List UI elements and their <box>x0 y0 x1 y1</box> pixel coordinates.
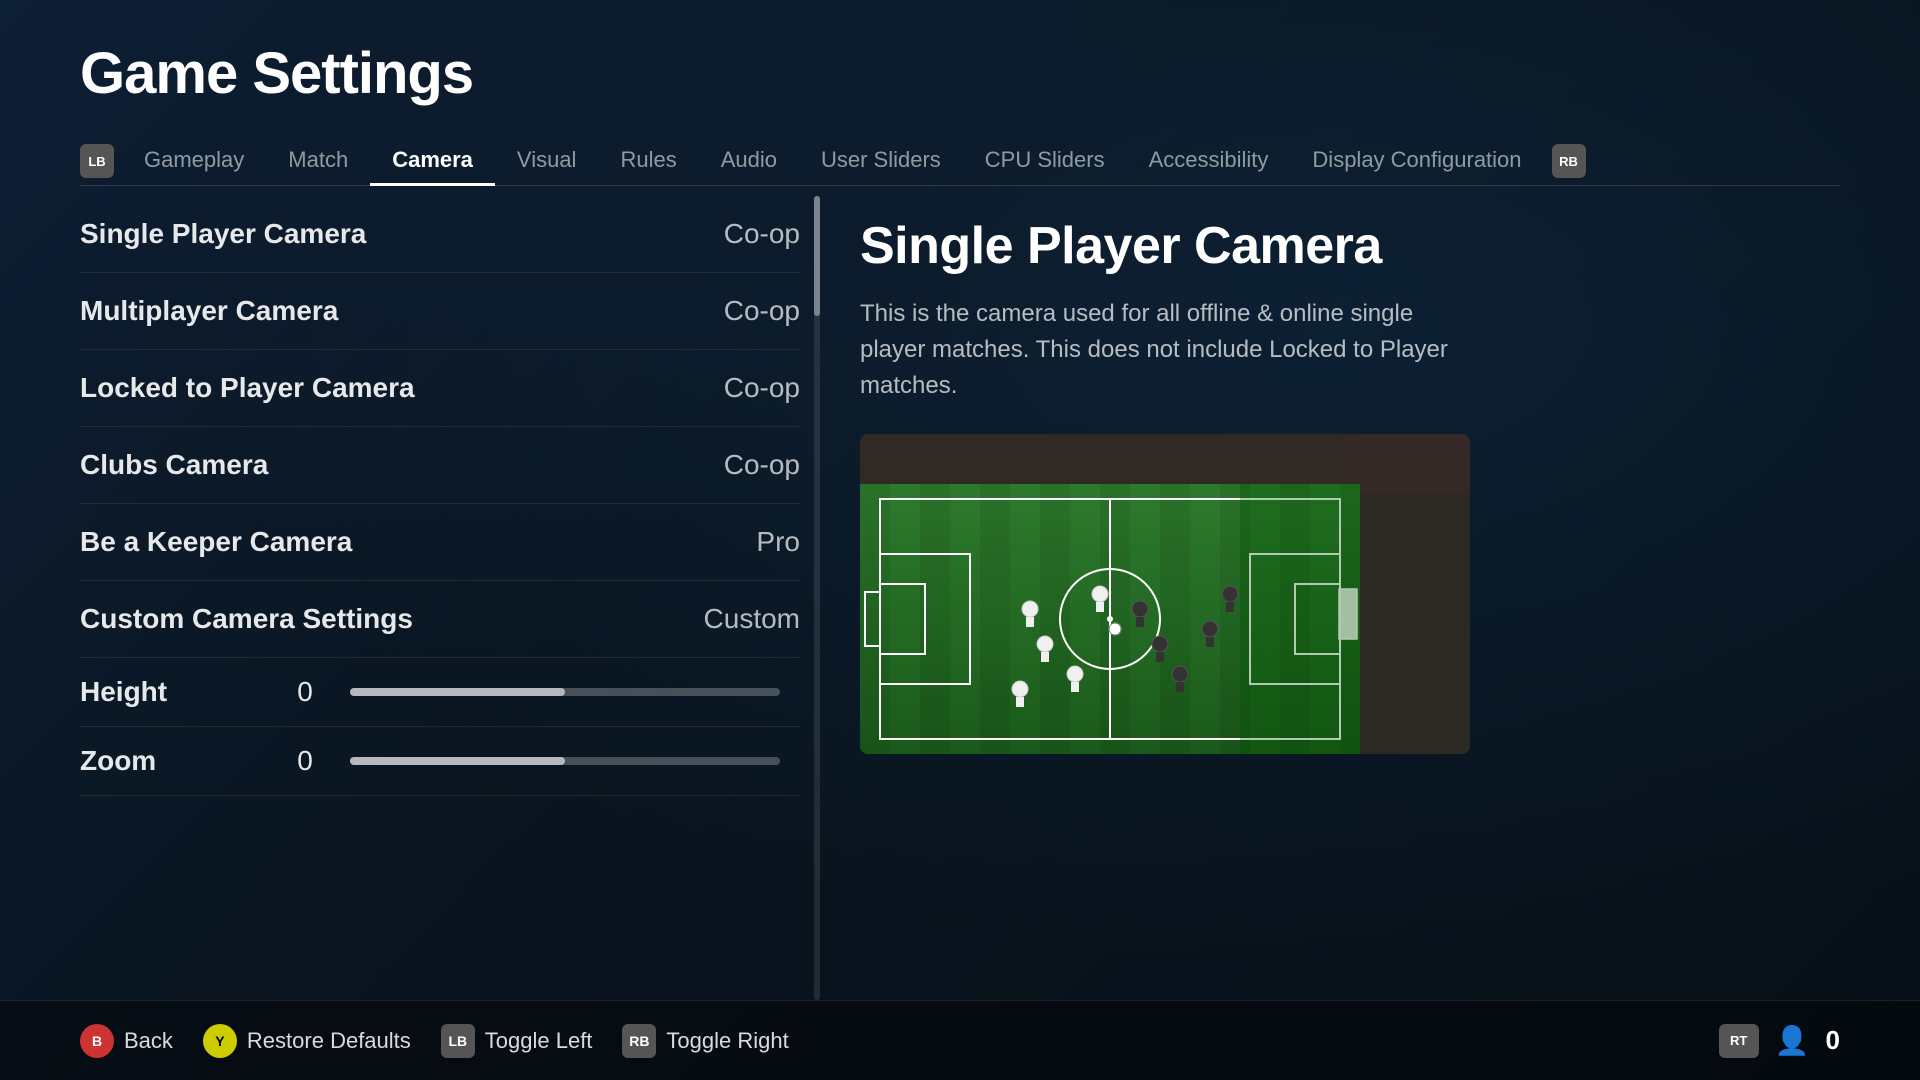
lb-badge-footer: LB <box>441 1024 475 1058</box>
tab-audio[interactable]: Audio <box>699 137 799 186</box>
lb-nav-button[interactable]: LB <box>80 144 114 178</box>
setting-row-clubs-camera[interactable]: Clubs Camera Co-op <box>80 427 800 504</box>
tab-display-configuration[interactable]: Display Configuration <box>1290 137 1543 186</box>
setting-name-locked-to-player-camera: Locked to Player Camera <box>80 372 415 404</box>
left-panel: Single Player CameraCo-opMultiplayer Cam… <box>80 186 820 1000</box>
setting-name-single-player-camera: Single Player Camera <box>80 218 366 250</box>
slider-track-zoom[interactable] <box>350 757 780 765</box>
slider-row-height: Height0 <box>80 658 800 727</box>
tab-visual[interactable]: Visual <box>495 137 599 186</box>
setting-name-custom-camera-settings: Custom Camera Settings <box>80 603 413 635</box>
slider-label-height: Height <box>80 676 280 708</box>
rb-badge-footer: RB <box>622 1024 656 1058</box>
slider-row-zoom: Zoom0 <box>80 727 800 796</box>
back-button[interactable]: B Back <box>80 1024 173 1058</box>
header: Game Settings LB GameplayMatchCameraVisu… <box>0 0 1920 186</box>
y-badge: Y <box>203 1024 237 1058</box>
rt-badge: RT <box>1719 1024 1759 1058</box>
scrollbar-thumb <box>814 196 820 316</box>
camera-preview <box>860 434 1470 754</box>
toggle-left-button[interactable]: LB Toggle Left <box>441 1024 593 1058</box>
tab-match[interactable]: Match <box>266 137 370 186</box>
slider-fill-zoom <box>350 757 565 765</box>
field-preview-svg <box>860 434 1470 754</box>
slider-track-height[interactable] <box>350 688 780 696</box>
setting-row-be-a-keeper-camera[interactable]: Be a Keeper Camera Pro <box>80 504 800 581</box>
tab-cpu-sliders[interactable]: CPU Sliders <box>963 137 1127 186</box>
footer-left: B Back Y Restore Defaults LB Toggle Left… <box>80 1024 789 1058</box>
detail-title: Single Player Camera <box>860 216 1840 276</box>
slider-value-height: 0 <box>280 676 330 708</box>
setting-value-locked-to-player-camera: Co-op <box>680 372 800 404</box>
tab-user-sliders[interactable]: User Sliders <box>799 137 963 186</box>
right-panel: Single Player Camera This is the camera … <box>860 186 1840 1000</box>
slider-fill-height <box>350 688 565 696</box>
tab-camera[interactable]: Camera <box>370 137 495 186</box>
setting-value-custom-camera-settings: Custom <box>680 603 800 635</box>
slider-value-zoom: 0 <box>280 745 330 777</box>
page-title: Game Settings <box>80 40 1840 107</box>
setting-row-locked-to-player-camera[interactable]: Locked to Player Camera Co-op <box>80 350 800 427</box>
footer-right: RT 👤 0 <box>1719 1024 1840 1058</box>
toggle-right-label: Toggle Right <box>666 1028 788 1054</box>
nav-tabs: LB GameplayMatchCameraVisualRulesAudioUs… <box>80 137 1840 186</box>
rb-nav-button[interactable]: RB <box>1552 144 1586 178</box>
scrollbar-track[interactable] <box>814 196 820 1000</box>
setting-value-single-player-camera: Co-op <box>680 218 800 250</box>
toggle-left-label: Toggle Left <box>485 1028 593 1054</box>
restore-defaults-button[interactable]: Y Restore Defaults <box>203 1024 411 1058</box>
main-content: Single Player CameraCo-opMultiplayer Cam… <box>0 186 1920 1000</box>
setting-name-be-a-keeper-camera: Be a Keeper Camera <box>80 526 352 558</box>
setting-value-be-a-keeper-camera: Pro <box>680 526 800 558</box>
setting-value-multiplayer-camera: Co-op <box>680 295 800 327</box>
tab-gameplay[interactable]: Gameplay <box>122 137 266 186</box>
setting-row-multiplayer-camera[interactable]: Multiplayer Camera Co-op <box>80 273 800 350</box>
setting-row-custom-camera-settings[interactable]: Custom Camera Settings Custom <box>80 581 800 658</box>
settings-scroll-container: Single Player CameraCo-opMultiplayer Cam… <box>80 196 820 1000</box>
setting-name-multiplayer-camera: Multiplayer Camera <box>80 295 338 327</box>
setting-row-single-player-camera[interactable]: Single Player Camera Co-op <box>80 196 800 273</box>
setting-value-clubs-camera: Co-op <box>680 449 800 481</box>
settings-list: Single Player CameraCo-opMultiplayer Cam… <box>80 196 820 796</box>
setting-name-clubs-camera: Clubs Camera <box>80 449 268 481</box>
restore-label: Restore Defaults <box>247 1028 411 1054</box>
detail-description: This is the camera used for all offline … <box>860 296 1460 404</box>
back-label: Back <box>124 1028 173 1054</box>
player-icon: 👤 <box>1775 1024 1810 1057</box>
toggle-right-button[interactable]: RB Toggle Right <box>622 1024 788 1058</box>
footer: B Back Y Restore Defaults LB Toggle Left… <box>0 1000 1920 1080</box>
tab-accessibility[interactable]: Accessibility <box>1127 137 1291 186</box>
tab-rules[interactable]: Rules <box>598 137 698 186</box>
b-badge: B <box>80 1024 114 1058</box>
slider-label-zoom: Zoom <box>80 745 280 777</box>
player-count: 0 <box>1826 1025 1840 1056</box>
